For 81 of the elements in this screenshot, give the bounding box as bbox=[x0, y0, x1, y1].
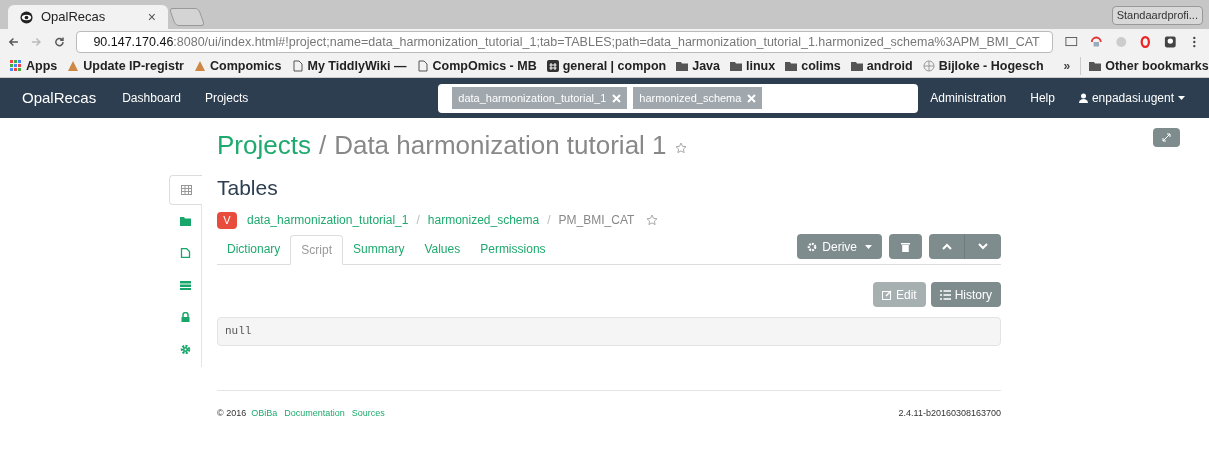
url-text: 90.147.170.46:8080/ui/index.html#!project;name=data_harmonization_tutorial_1;tab=TABLES;path=data_harmonization_tutorial_1.harmonized_schema%3APM_BMI_CAT bbox=[93, 33, 1040, 51]
copyright-text: © 2016 bbox=[217, 407, 247, 420]
previous-button[interactable] bbox=[929, 234, 965, 259]
eye-icon bbox=[20, 10, 33, 24]
nav-link[interactable]: Dashboard bbox=[122, 89, 181, 107]
bookmark[interactable]: linux bbox=[730, 56, 776, 76]
profile-button[interactable]: Standaardprofi... bbox=[1111, 6, 1203, 25]
hash-icon bbox=[546, 60, 559, 72]
caret-icon bbox=[865, 244, 872, 249]
globe-icon bbox=[922, 60, 935, 72]
page-icon bbox=[416, 60, 429, 72]
trash-icon bbox=[901, 241, 910, 252]
back-icon[interactable] bbox=[8, 36, 19, 48]
cast-icon[interactable] bbox=[1065, 35, 1078, 49]
folder-icon bbox=[179, 216, 191, 226]
nav-link[interactable]: Projects bbox=[204, 89, 249, 107]
nav-link[interactable]: Help bbox=[1030, 89, 1055, 107]
star-icon[interactable] bbox=[646, 214, 659, 226]
bookmark-icon bbox=[67, 60, 80, 72]
reload-icon[interactable] bbox=[53, 36, 65, 48]
bookmark[interactable]: general | compon bbox=[546, 56, 667, 76]
bookmark[interactable]: Other bookmarks bbox=[1080, 56, 1209, 76]
remove-icon[interactable] bbox=[612, 93, 622, 103]
separator: / bbox=[547, 212, 551, 229]
version-text: 2.4.11-b20160308163700 bbox=[898, 407, 1001, 420]
code-text: null bbox=[225, 324, 252, 340]
bookmark[interactable]: android bbox=[850, 56, 913, 76]
apps-grid-icon bbox=[10, 60, 22, 72]
tag-label: harmonized_schema bbox=[639, 90, 742, 106]
browser-tab[interactable]: OpalRecas × bbox=[8, 5, 168, 29]
table-icon bbox=[180, 185, 192, 195]
chevron-up-icon bbox=[941, 243, 952, 250]
server-icon bbox=[179, 280, 191, 290]
folder-icon bbox=[676, 60, 689, 72]
nav-link[interactable]: Administration bbox=[930, 89, 1007, 107]
chevron-down-icon bbox=[978, 243, 988, 250]
bookmark[interactable]: CompOmics - MB bbox=[416, 56, 537, 76]
section-heading: Tables bbox=[217, 175, 279, 201]
fullscreen-button[interactable] bbox=[1153, 128, 1180, 147]
overflow-button[interactable]: » bbox=[1063, 57, 1071, 75]
project-title: Data harmonization tutorial 1 bbox=[334, 129, 667, 162]
remove-icon[interactable] bbox=[747, 93, 757, 103]
bookmark-icon bbox=[193, 60, 206, 72]
brand-link[interactable]: OpalRecas bbox=[22, 86, 97, 110]
forward-icon[interactable] bbox=[30, 36, 42, 48]
breadcrumb-current: PM_BMI_CAT bbox=[558, 212, 635, 229]
bookmark[interactable]: Apps bbox=[10, 56, 58, 76]
lock-icon bbox=[179, 312, 191, 322]
folder-icon bbox=[785, 60, 798, 72]
bookmark[interactable]: Java bbox=[676, 56, 720, 76]
edit-icon bbox=[881, 289, 892, 300]
caret-icon bbox=[1178, 96, 1185, 100]
new-tab-button[interactable] bbox=[168, 8, 206, 26]
next-button[interactable] bbox=[965, 234, 1001, 259]
delete-button[interactable] bbox=[889, 234, 922, 259]
bookmark[interactable]: Bijloke - Hogesch bbox=[922, 56, 1044, 76]
bookmark[interactable]: Compomics bbox=[193, 56, 282, 76]
bookmark[interactable]: colims bbox=[785, 56, 841, 76]
gear-icon bbox=[807, 241, 818, 252]
bookmark[interactable]: My TiddlyWiki — bbox=[291, 56, 407, 76]
settings-icon bbox=[179, 344, 191, 354]
tab-title: OpalRecas bbox=[41, 8, 107, 27]
folder-icon bbox=[1089, 60, 1102, 72]
tag-label: data_harmonization_tutorial_1 bbox=[458, 90, 607, 106]
address-field[interactable]: 90.147.170.46:8080/ui/index.html#!project;name=data_harmonization_tutorial_1;tab=TABLES;path=data_harmonization_tutorial_1.harmonized_schema%3APM_BMI_CAT bbox=[76, 31, 1054, 53]
separator: / bbox=[318, 129, 327, 162]
variable-badge: V bbox=[217, 211, 237, 229]
file-icon bbox=[179, 248, 191, 258]
folder-icon bbox=[730, 60, 742, 72]
ring-icon[interactable] bbox=[1139, 35, 1152, 49]
side-nav-tab[interactable] bbox=[169, 175, 202, 205]
close-button[interactable]: × bbox=[147, 6, 156, 28]
expand-icon bbox=[1162, 133, 1171, 142]
list-icon bbox=[939, 289, 951, 300]
page-icon bbox=[291, 60, 304, 72]
user-menu[interactable]: enpadasi.ugent bbox=[1078, 89, 1185, 107]
user-icon bbox=[1078, 93, 1088, 103]
star-icon[interactable] bbox=[674, 142, 687, 154]
bookmark[interactable]: Update IP-registr bbox=[67, 56, 184, 76]
separator: / bbox=[416, 212, 420, 229]
folder-icon bbox=[850, 60, 863, 72]
